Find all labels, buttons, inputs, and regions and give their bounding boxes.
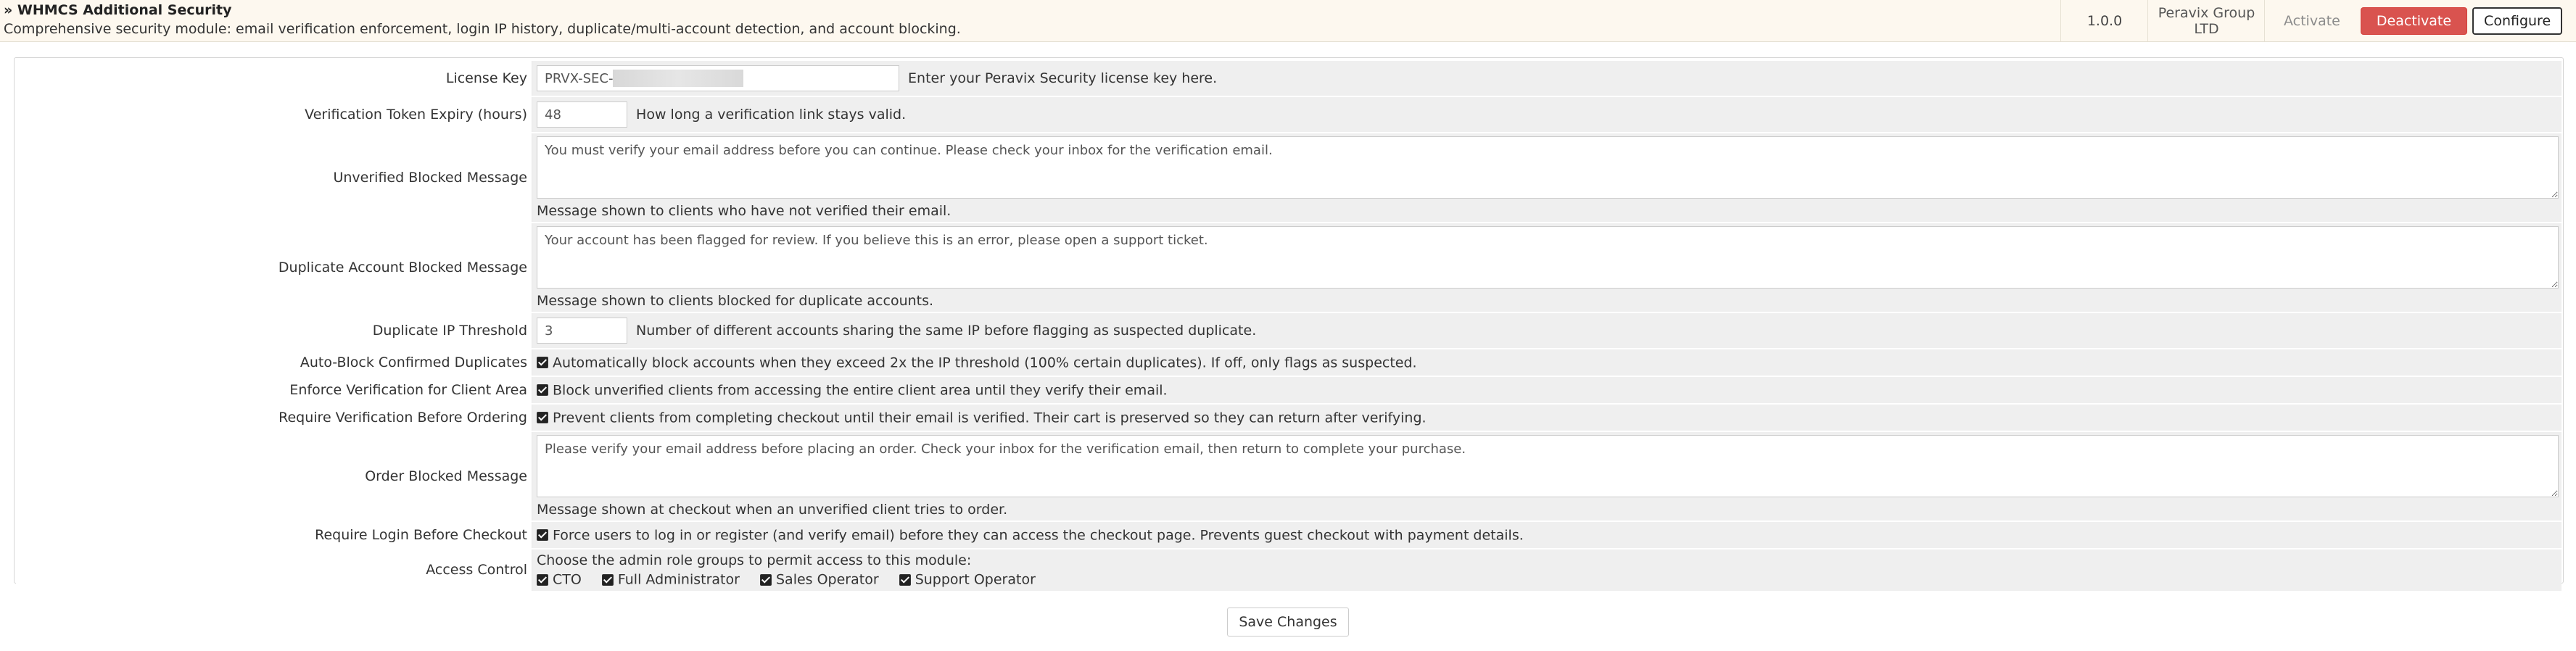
access-control-roles: CTO Full Administrator Sales Operator Su… [537, 571, 2559, 588]
row-require-before-order: Require Verification Before Ordering Pre… [16, 405, 2561, 431]
token-expiry-input[interactable] [537, 101, 627, 128]
module-author: Peravix Group LTD [2147, 0, 2265, 41]
row-duplicate-msg: Duplicate Account Blocked Message Your a… [16, 223, 2561, 312]
settings-table: License Key PRVX-SEC- Enter your Peravix… [16, 59, 2561, 592]
login-before-checkout-text: Force users to log in or register (and v… [553, 527, 1524, 544]
order-msg-label: Order Blocked Message [16, 432, 532, 521]
license-key-prefix: PRVX-SEC- [545, 70, 614, 86]
license-key-redacted [613, 70, 744, 87]
require-before-order-text: Prevent clients from completing checkout… [553, 410, 1427, 426]
role-support-operator[interactable]: Support Operator [899, 571, 1036, 588]
auto-block-label: Auto-Block Confirmed Duplicates [16, 349, 532, 376]
order-msg-textarea[interactable]: Please verify your email address before … [537, 435, 2559, 497]
module-header: » WHMCS Additional Security Comprehensiv… [0, 0, 2576, 42]
require-before-order-label: Require Verification Before Ordering [16, 405, 532, 431]
unverified-msg-label: Unverified Blocked Message [16, 133, 532, 222]
role-full-administrator-checkbox[interactable] [601, 573, 614, 586]
role-cto-checkbox[interactable] [537, 573, 548, 586]
order-msg-hint: Message shown at checkout when an unveri… [537, 502, 1008, 518]
license-key-hint: Enter your Peravix Security license key … [908, 70, 1218, 86]
role-sales-operator[interactable]: Sales Operator [759, 571, 879, 588]
token-expiry-hint: How long a verification link stays valid… [636, 107, 907, 123]
settings-panel: License Key PRVX-SEC- Enter your Peravix… [14, 57, 2564, 591]
role-cto-label: CTO [553, 571, 582, 588]
dup-threshold-input[interactable] [537, 318, 627, 344]
duplicate-msg-label: Duplicate Account Blocked Message [16, 223, 532, 312]
unverified-msg-textarea[interactable]: You must verify your email address befor… [537, 136, 2559, 199]
license-key-label: License Key [16, 61, 532, 96]
token-expiry-label: Verification Token Expiry (hours) [16, 97, 532, 132]
module-version: 1.0.0 [2060, 0, 2148, 41]
enforce-client-area-text: Block unverified clients from accessing … [553, 382, 1168, 399]
role-full-administrator-label: Full Administrator [617, 571, 740, 588]
unverified-msg-hint: Message shown to clients who have not ve… [537, 203, 951, 219]
dup-threshold-label: Duplicate IP Threshold [16, 313, 532, 348]
role-support-operator-checkbox[interactable] [899, 573, 911, 586]
row-token-expiry: Verification Token Expiry (hours) How lo… [16, 97, 2561, 132]
row-login-before-checkout: Require Login Before Checkout Force user… [16, 522, 2561, 548]
role-support-operator-label: Support Operator [915, 571, 1036, 588]
auto-block-checkbox[interactable] [537, 357, 548, 369]
auto-block-text: Automatically block accounts when they e… [553, 354, 1417, 371]
enforce-client-area-checkbox[interactable] [537, 384, 548, 397]
role-sales-operator-checkbox[interactable] [759, 573, 772, 586]
enforce-client-area-label: Enforce Verification for Client Area [16, 377, 532, 403]
activate-link[interactable]: Activate [2284, 13, 2340, 29]
login-before-checkout-checkbox[interactable] [537, 529, 548, 542]
require-before-order-checkbox[interactable] [537, 412, 548, 424]
module-actions: Activate Deactivate Configure [2264, 0, 2576, 41]
author-line-1: Peravix Group [2158, 4, 2255, 21]
row-license-key: License Key PRVX-SEC- Enter your Peravix… [16, 61, 2561, 96]
row-dup-threshold: Duplicate IP Threshold Number of differe… [16, 313, 2561, 348]
role-sales-operator-label: Sales Operator [775, 571, 879, 588]
row-enforce-client-area: Enforce Verification for Client Area Blo… [16, 377, 2561, 403]
row-unverified-msg: Unverified Blocked Message You must veri… [16, 133, 2561, 222]
duplicate-msg-hint: Message shown to clients blocked for dup… [537, 293, 934, 309]
login-before-checkout-label: Require Login Before Checkout [16, 522, 532, 548]
access-control-intro: Choose the admin role groups to permit a… [537, 552, 972, 568]
save-changes-button[interactable]: Save Changes [1227, 608, 1349, 637]
access-control-label: Access Control [16, 550, 532, 591]
role-full-administrator[interactable]: Full Administrator [601, 571, 740, 588]
author-line-2: LTD [2194, 20, 2219, 37]
save-row: Save Changes [0, 608, 2576, 637]
configure-button[interactable]: Configure [2472, 7, 2563, 35]
dup-threshold-hint: Number of different accounts sharing the… [636, 323, 1257, 339]
row-auto-block: Auto-Block Confirmed Duplicates Automati… [16, 349, 2561, 376]
role-cto[interactable]: CTO [537, 571, 582, 588]
deactivate-button[interactable]: Deactivate [2360, 7, 2468, 35]
module-description: Comprehensive security module: email ver… [4, 21, 961, 37]
license-key-input[interactable]: PRVX-SEC- [537, 65, 899, 91]
module-title: » WHMCS Additional Security [4, 2, 232, 18]
row-order-msg: Order Blocked Message Please verify your… [16, 432, 2561, 521]
row-access-control: Access Control Choose the admin role gro… [16, 550, 2561, 591]
duplicate-msg-textarea[interactable]: Your account has been flagged for review… [537, 226, 2559, 289]
